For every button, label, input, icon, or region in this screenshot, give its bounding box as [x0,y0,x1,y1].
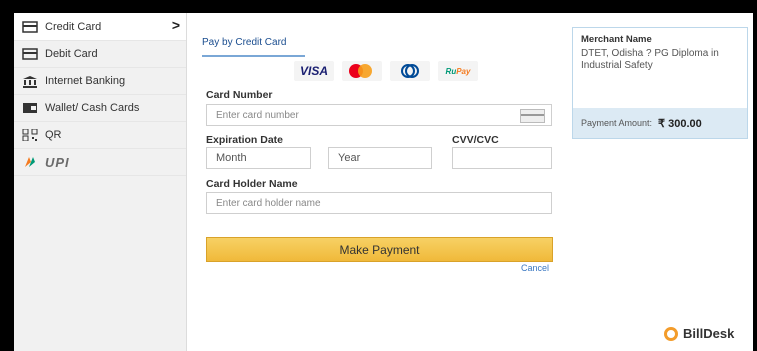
card-holder-placeholder: Enter card holder name [216,197,321,209]
visa-logo: VISA [294,61,334,81]
sidebar-item-label: Internet Banking [45,75,126,87]
card-icon [520,109,545,123]
chevron-right-icon: > [171,17,180,33]
sidebar-item-wallet[interactable]: Wallet/ Cash Cards [14,95,186,122]
billdesk-brand-text: BillDesk [683,326,735,341]
sidebar-item-label: Wallet/ Cash Cards [45,102,140,114]
mastercard-logo [342,61,382,81]
card-number-input[interactable]: Enter card number [206,104,552,126]
sidebar-item-label: QR [45,129,62,141]
diners-club-logo [390,61,430,81]
sidebar-item-upi[interactable]: UPI [14,149,186,176]
credit-card-icon [22,20,38,33]
card-holder-name-label: Card Holder Name [206,178,298,190]
merchant-description: DTET, Odisha ? PG Diploma in Industrial … [581,48,719,71]
sidebar-item-debit-card[interactable]: Debit Card [14,41,186,68]
qr-icon [22,129,38,141]
make-payment-button[interactable]: Make Payment [206,237,553,262]
billdesk-brand: BillDesk [664,326,734,341]
expiry-year-select[interactable]: Year [328,147,432,169]
payment-amount-bar: Payment Amount: ₹ 300.00 [573,108,747,138]
card-brand-logos: VISA Ru Pay [294,61,478,81]
cvv-input[interactable] [452,147,552,169]
debit-card-icon [22,48,38,60]
card-number-label: Card Number [206,89,273,101]
sidebar-item-label: Debit Card [45,48,98,60]
wallet-icon [22,102,38,114]
rupay-logo: Ru Pay [438,61,478,81]
tab-pay-by-credit-card[interactable]: Pay by Credit Card [202,37,305,57]
expiry-month-select[interactable]: Month [206,147,311,169]
sidebar-item-credit-card[interactable]: Credit Card > [14,13,186,41]
expiration-date-label: Expiration Date [206,134,284,146]
cancel-link[interactable]: Cancel [521,263,549,273]
upi-icon [22,156,38,168]
sidebar-item-internet-banking[interactable]: Internet Banking [14,68,186,95]
card-number-placeholder: Enter card number [216,109,299,121]
month-placeholder: Month [216,152,247,164]
payment-frame: Credit Card > Debit Card Internet Bankin… [14,13,753,351]
card-holder-name-input[interactable]: Enter card holder name [206,192,552,214]
payment-amount-label: Payment Amount: [581,118,653,128]
year-placeholder: Year [338,152,361,164]
payment-method-sidebar: Credit Card > Debit Card Internet Bankin… [14,13,187,351]
sidebar-item-label: Credit Card [45,20,102,33]
sidebar-item-label: UPI [45,154,70,170]
merchant-info-panel: Merchant Name DTET, Odisha ? PG Diploma … [572,27,748,139]
billdesk-logo-icon [664,326,678,341]
payment-amount-value: ₹ 300.00 [658,117,702,130]
bank-icon [22,75,38,88]
merchant-name-heading: Merchant Name [581,34,652,45]
cvv-label: CVV/CVC [452,134,499,146]
sidebar-item-qr[interactable]: QR [14,122,186,149]
